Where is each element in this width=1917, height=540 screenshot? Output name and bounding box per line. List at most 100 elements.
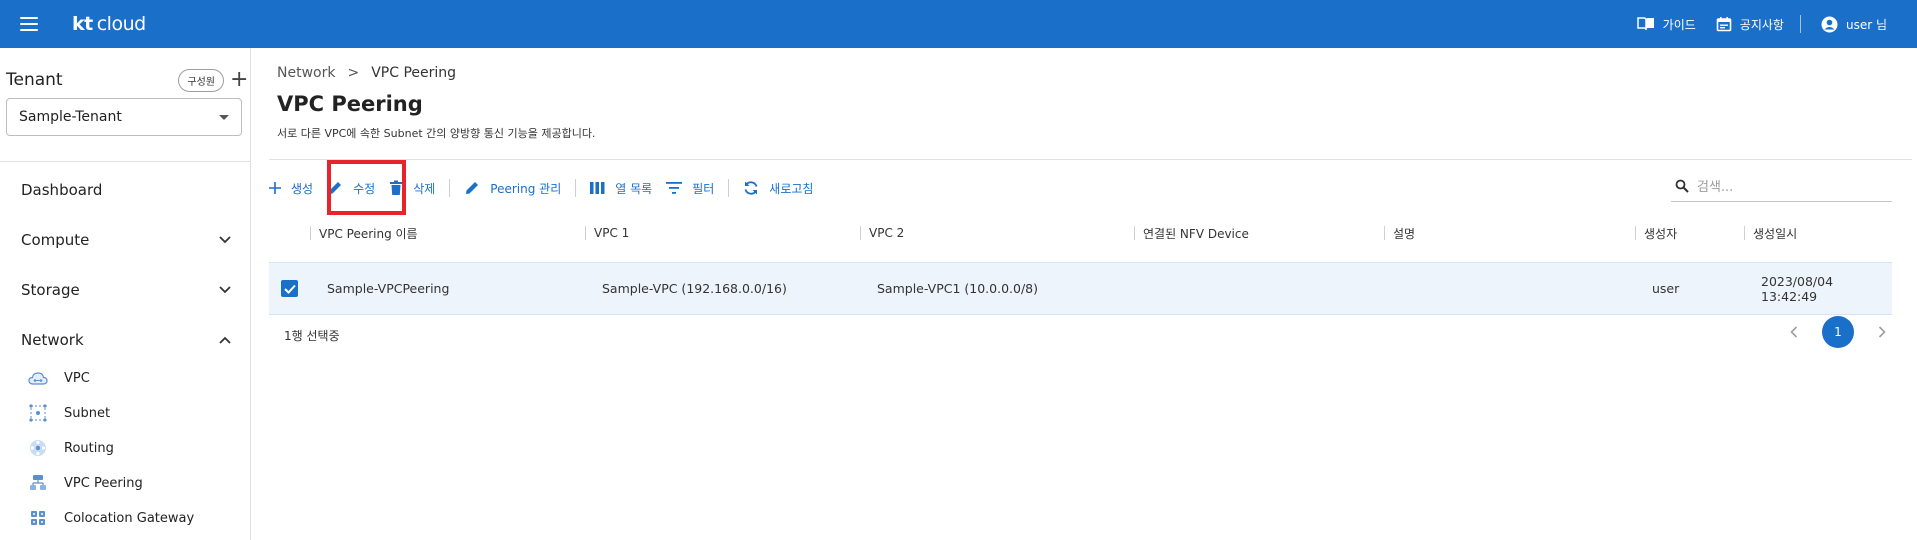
column-header-name[interactable]: VPC Peering 이름: [310, 218, 418, 248]
add-tenant-icon[interactable]: +: [230, 69, 248, 91]
guide-label: 가이드: [1662, 17, 1696, 32]
logo-cloud-text: cloud: [96, 13, 146, 35]
notice-link[interactable]: 공지사항: [1716, 16, 1784, 33]
toolbar-divider: [449, 179, 451, 197]
menu-icon[interactable]: [20, 17, 38, 31]
page-number-button[interactable]: 1: [1822, 316, 1854, 348]
table-row[interactable]: Sample-VPCPeering Sample-VPC (192.168.0.…: [269, 262, 1892, 315]
guide-link[interactable]: 가이드: [1636, 16, 1696, 33]
peering-manage-button[interactable]: Peering 관리: [464, 176, 561, 200]
trash-icon: [390, 180, 403, 195]
sidebar-item-label: Network: [21, 331, 84, 349]
kt-cloud-logo[interactable]: kt cloud: [72, 13, 146, 35]
caret-down-icon: [219, 114, 229, 120]
pencil-icon: [466, 182, 479, 194]
vpc-peering-icon: [28, 474, 48, 492]
sidebar-item-vpc[interactable]: VPC: [28, 367, 238, 389]
tenant-select[interactable]: Sample-Tenant: [6, 98, 242, 136]
sidebar-item-storage[interactable]: Storage: [21, 278, 231, 302]
delete-label: 삭제: [413, 181, 436, 196]
page-description: 서로 다른 VPC에 속한 Subnet 간의 양방향 통신 기능을 제공합니다…: [277, 127, 596, 140]
breadcrumb-network[interactable]: Network: [277, 65, 335, 81]
chevron-up-icon: [219, 336, 231, 344]
sidebar-item-colocation-gateway[interactable]: Colocation Gateway: [28, 507, 238, 529]
chevron-down-icon: [219, 286, 231, 294]
row-checkbox[interactable]: [281, 280, 298, 297]
column-header-creator[interactable]: 생성자: [1635, 218, 1677, 248]
prev-page-icon[interactable]: [1784, 326, 1804, 338]
column-header-description[interactable]: 설명: [1384, 218, 1415, 248]
edit-label: 수정: [353, 181, 376, 196]
subnet-icon: [28, 404, 48, 422]
column-label: VPC Peering 이름: [319, 226, 418, 241]
refresh-button[interactable]: 새로고침: [743, 176, 813, 200]
selection-status: 1행 선택중: [284, 329, 340, 343]
vpc-cloud-icon: [28, 369, 48, 387]
cell-creator: user: [1652, 281, 1680, 296]
calendar-icon: [1716, 17, 1732, 32]
top-bar: kt cloud 가이드 공지사항 user 님: [0, 0, 1917, 48]
columns-button[interactable]: 열 목록: [590, 176, 652, 200]
logo-kt-text: kt: [72, 13, 93, 35]
column-header-vpc1[interactable]: VPC 1: [585, 218, 629, 248]
notice-label: 공지사항: [1739, 17, 1784, 32]
content-divider: [269, 159, 1912, 160]
sidebar-item-label: Storage: [21, 281, 80, 299]
edit-button[interactable]: 수정: [327, 176, 375, 200]
sidebar-item-compute[interactable]: Compute: [21, 228, 231, 252]
sidebar-item-label: Routing: [64, 440, 114, 456]
refresh-label: 새로고침: [769, 181, 814, 196]
main-content: Network > VPC Peering VPC Peering 서로 다른 …: [252, 48, 1917, 540]
column-label: VPC 1: [594, 226, 630, 240]
colocation-gateway-icon: [28, 509, 48, 527]
column-header-created[interactable]: 생성일시: [1744, 218, 1797, 248]
sidebar-item-network[interactable]: Network: [21, 328, 231, 352]
refresh-icon: [744, 181, 758, 195]
column-label: 연결된 NFV Device: [1143, 226, 1249, 241]
table-header: VPC Peering 이름 VPC 1 VPC 2 연결된 NFV Devic…: [269, 218, 1892, 248]
sidebar-item-vpc-peering[interactable]: VPC Peering: [28, 472, 238, 494]
toolbar-divider: [728, 179, 730, 197]
column-label: 설명: [1393, 226, 1416, 241]
cell-vpc2: Sample-VPC1 (10.0.0.0/8): [877, 281, 1038, 296]
user-label: user 님: [1845, 17, 1887, 32]
sidebar-item-label: Subnet: [64, 405, 111, 421]
peering-manage-label: Peering 관리: [490, 181, 562, 196]
sidebar-item-routing[interactable]: Routing: [28, 437, 238, 459]
breadcrumb-separator: >: [347, 65, 360, 81]
view-column-icon: [590, 182, 605, 194]
account-circle-icon: [1821, 16, 1838, 32]
column-label: VPC 2: [869, 226, 905, 240]
sidebar-divider: [0, 161, 251, 162]
check-icon: [283, 284, 296, 294]
columns-label: 열 목록: [615, 181, 653, 196]
column-header-vpc2[interactable]: VPC 2: [860, 218, 904, 248]
plus-icon: [269, 182, 281, 194]
chevron-down-icon: [219, 236, 231, 244]
next-page-icon[interactable]: [1872, 326, 1892, 338]
cell-vpc1: Sample-VPC (192.168.0.0/16): [602, 281, 787, 296]
sidebar-item-label: Compute: [21, 231, 90, 249]
sidebar-item-dashboard[interactable]: Dashboard: [21, 178, 231, 202]
search-field[interactable]: 검색...: [1671, 170, 1892, 202]
cell-name: Sample-VPCPeering: [327, 281, 450, 296]
sidebar-item-label: VPC: [64, 370, 90, 386]
sidebar-item-subnet[interactable]: Subnet: [28, 402, 238, 424]
delete-button[interactable]: 삭제: [389, 176, 435, 200]
column-label: 생성자: [1644, 226, 1678, 241]
pencil-icon: [329, 182, 342, 194]
tenant-header: Tenant 구성원 +: [6, 68, 248, 92]
sidebar-item-label: Colocation Gateway: [64, 510, 195, 526]
filter-button[interactable]: 필터: [666, 176, 714, 200]
filter-label: 필터: [692, 181, 715, 196]
column-header-nfv-device[interactable]: 연결된 NFV Device: [1134, 218, 1249, 248]
breadcrumb-current: VPC Peering: [371, 65, 457, 81]
pagination: 1: [1784, 316, 1892, 348]
tenant-title: Tenant: [6, 70, 63, 90]
member-button[interactable]: 구성원: [178, 68, 224, 92]
create-button[interactable]: 생성: [269, 176, 313, 200]
user-menu[interactable]: user 님: [1821, 16, 1887, 33]
sidebar-item-label: Dashboard: [21, 181, 103, 199]
toolbar-divider: [575, 179, 577, 197]
page-title: VPC Peering: [277, 92, 423, 116]
